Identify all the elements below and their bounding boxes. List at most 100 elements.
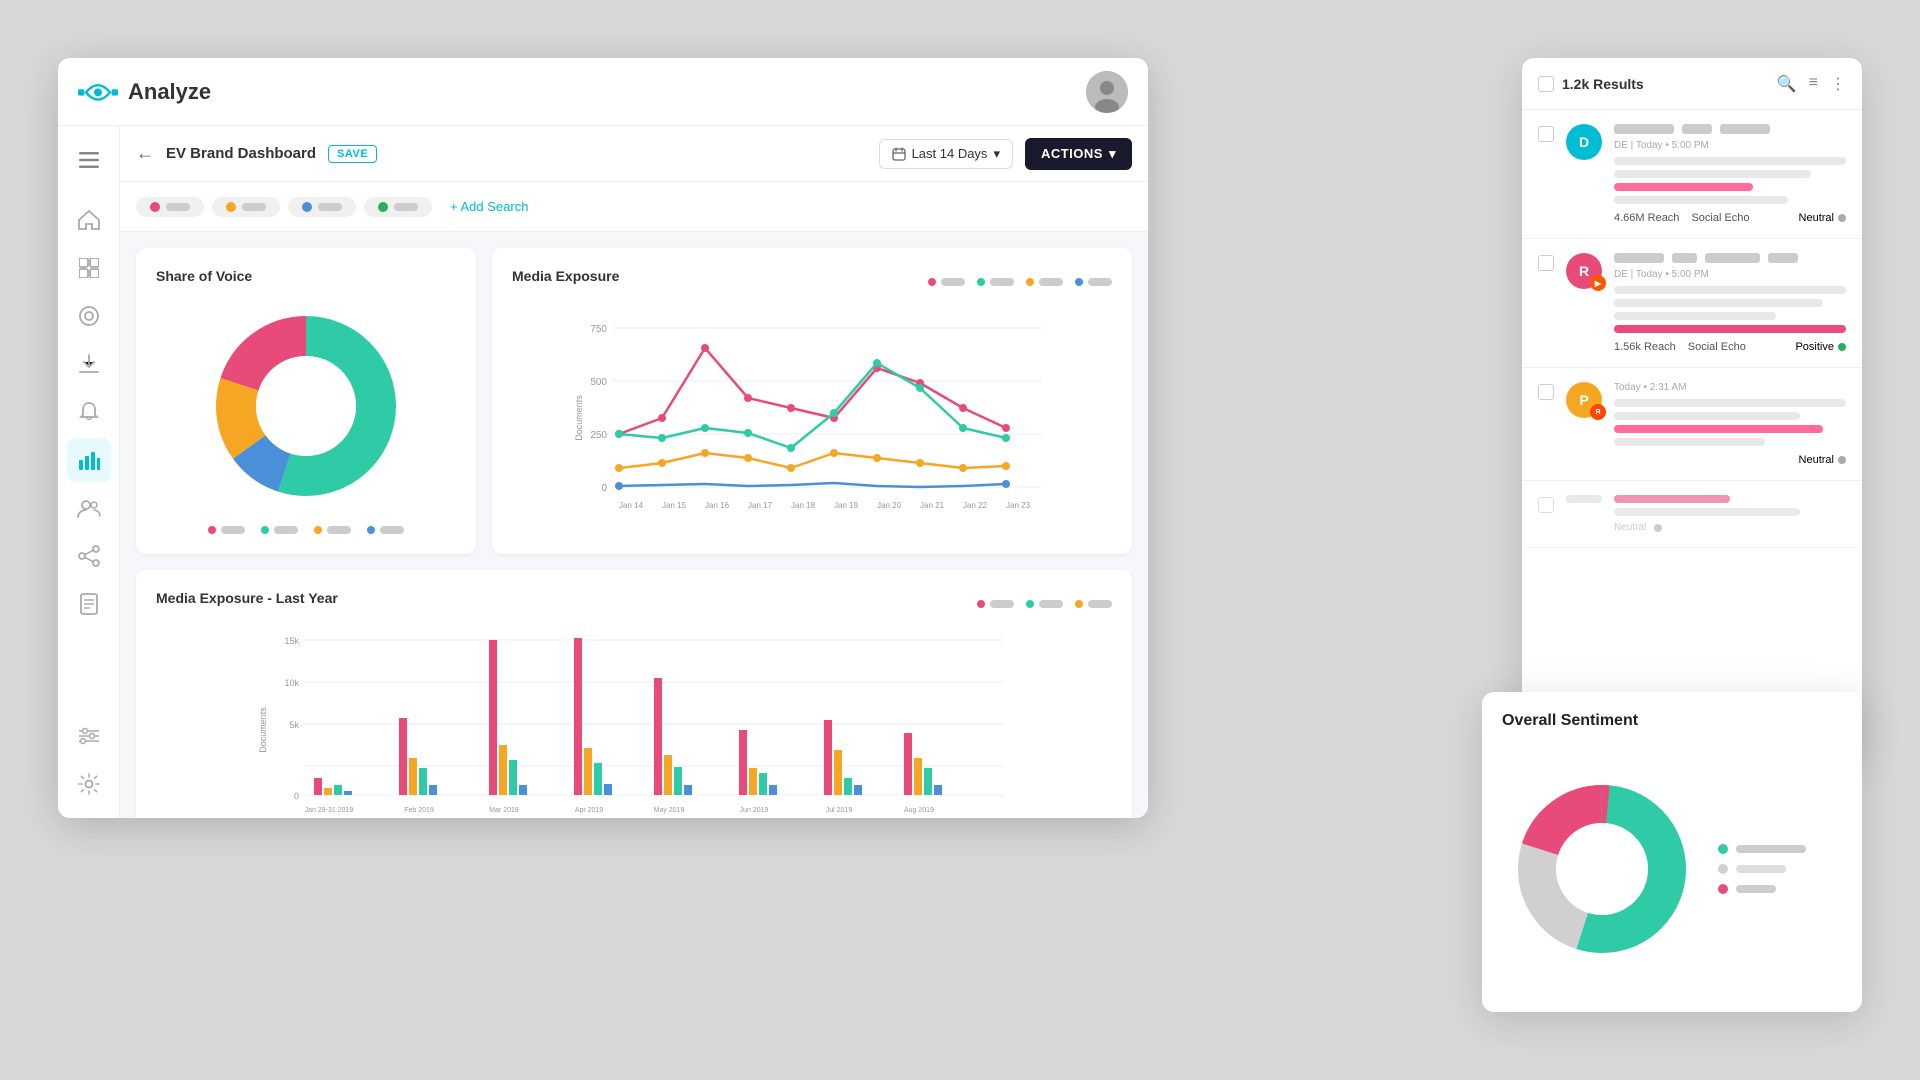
bar-legend-orange [1075,600,1112,608]
legend-bar-orange [327,526,351,534]
sidebar-item-share[interactable] [67,534,111,578]
actions-label: ACTIONS [1041,146,1103,161]
sentiment-2: Neutral [1799,454,1846,466]
sentiment-dot-3 [1654,524,1662,532]
sidebar-item-menu[interactable] [67,138,111,182]
feed-checkbox-2[interactable] [1538,384,1554,400]
top-bar: Analyze [58,58,1148,126]
filter-chip-2[interactable] [288,197,356,217]
sentiment-0: Neutral [1799,212,1846,224]
legend-bar-blue [380,526,404,534]
svg-text:Jan 19: Jan 19 [834,501,859,510]
svg-text:0: 0 [601,483,607,494]
sidebar-item-home[interactable] [67,198,111,242]
bar-legend-orange-dot [1075,600,1083,608]
logo-area: Analyze [78,78,211,106]
sidebar-item-equalizer[interactable] [67,714,111,758]
back-button[interactable]: ← [136,143,154,164]
filter-icon[interactable]: ≡ [1809,74,1818,94]
sentiment-text-2: Neutral [1799,454,1834,466]
svg-text:Jan 17: Jan 17 [748,501,773,510]
scene: Analyze [0,0,1920,1080]
media-exposure-title: Media Exposure [512,268,619,284]
sentiment-dot-2 [1838,456,1846,464]
svg-text:10k: 10k [284,678,299,688]
bar-legend-pink-bar [990,600,1014,608]
negative-dot [1718,884,1728,894]
legend-orange [314,526,351,534]
feed-line-2-1 [1614,399,1846,407]
filter-bar: + Add Search [120,182,1148,232]
filter-dot-1 [226,202,236,212]
sidebar-item-monitor[interactable] [67,294,111,338]
dashboard-header: ← EV Brand Dashboard SAVE Last 14 Days ▾… [120,126,1148,182]
dashboard-title: EV Brand Dashboard [166,145,316,162]
feed-line-3-1 [1614,495,1730,503]
select-all-checkbox[interactable] [1538,76,1554,92]
feed-content-0: DE | Today • 5:00 PM 4.66M Reach Social … [1614,124,1846,224]
feed-stats-2: Neutral [1614,454,1846,466]
sidebar-item-analytics[interactable] [67,438,111,482]
media-exposure-card: Media Exposure [492,248,1132,554]
feed-stats-1: 1.56k Reach Social Echo Positive [1614,341,1846,353]
feed-item-2: P R Today • 2:31 AM Neutral [1522,368,1862,481]
feed-reach-0: 4.66M Reach [1614,212,1679,224]
save-button[interactable]: SAVE [328,145,377,163]
filter-label-1 [242,203,266,211]
sentiment-1: Positive [1795,341,1846,353]
legend-orange2 [1026,278,1063,286]
negative-bar [1736,885,1776,893]
svg-text:Jan 14: Jan 14 [619,501,644,510]
feed-line-0-1 [1614,157,1846,165]
sidebar-item-download[interactable] [67,342,111,386]
svg-text:500: 500 [590,377,607,388]
legend-blue [367,526,404,534]
filter-chip-1[interactable] [212,197,280,217]
add-search-button[interactable]: + Add Search [440,194,538,219]
sidebar-item-reports[interactable] [67,582,111,626]
legend-teal2-dot [977,278,985,286]
legend-dot-blue [367,526,375,534]
search-icon[interactable]: 🔍 [1777,74,1797,94]
sentiment-legend-negative [1718,884,1806,894]
neutral-dot [1718,864,1728,874]
feed-stats-0: 4.66M Reach Social Echo Neutral [1614,212,1846,224]
line-chart-header: Media Exposure [512,268,1112,296]
feed-checkbox-1[interactable] [1538,255,1554,271]
feed-line-1-4 [1614,325,1846,333]
actions-button[interactable]: ACTIONS ▾ [1025,138,1132,170]
right-panel: 1.2k Results 🔍 ≡ ⋮ D [1522,58,1862,758]
sidebar-item-settings[interactable] [67,762,111,806]
legend-dot-orange [314,526,322,534]
feed-meta-0: DE | Today • 5:00 PM [1614,124,1846,151]
legend-bar-pink [221,526,245,534]
sidebar-item-alerts[interactable] [67,390,111,434]
feed-checkbox-0[interactable] [1538,126,1554,142]
sidebar-item-dashboard[interactable] [67,246,111,290]
feed-line-0-2 [1614,170,1811,178]
filter-chip-0[interactable] [136,197,204,217]
svg-text:May 2019: May 2019 [654,807,685,814]
filter-label-3 [394,203,418,211]
feed-echo-0: Social Echo [1691,212,1749,224]
date-range-button[interactable]: Last 14 Days ▾ [879,139,1013,169]
sov-legend [156,526,456,534]
legend-teal2-bar [990,278,1014,286]
date-range-chevron: ▾ [993,146,1000,162]
legend-green [261,526,298,534]
sentiment-card: Overall Sentiment [1482,692,1862,1012]
more-icon[interactable]: ⋮ [1830,74,1846,94]
filter-label-0 [166,203,190,211]
actions-chevron: ▾ [1109,146,1116,162]
feed-line-0-3 [1614,183,1753,191]
sidebar-item-audience[interactable] [67,486,111,530]
media-last-year-card: Media Exposure - Last Year [136,570,1132,818]
feed-line-0-4 [1614,196,1788,204]
date-range-label: Last 14 Days [912,146,988,161]
feed-checkbox-3[interactable] [1538,497,1554,513]
user-avatar[interactable] [1086,71,1128,113]
charts-row-2: Media Exposure - Last Year [136,570,1132,818]
bar-legend-teal-dot [1026,600,1034,608]
svg-text:Apr 2019: Apr 2019 [575,807,604,814]
filter-chip-3[interactable] [364,197,432,217]
